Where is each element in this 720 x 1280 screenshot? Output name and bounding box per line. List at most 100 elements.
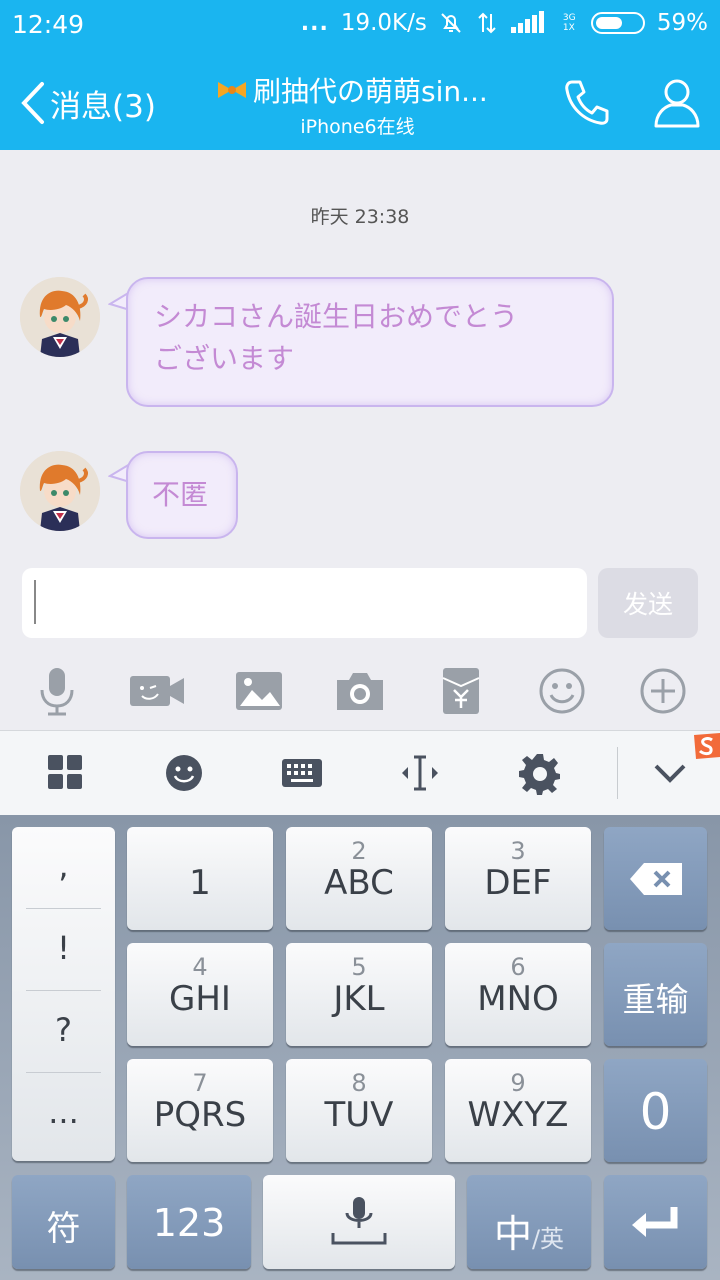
key-label: MNO [477, 979, 559, 1019]
message-input[interactable] [22, 568, 587, 638]
punct-ellipsis[interactable]: ... [12, 1093, 115, 1131]
plus-circle-icon[interactable] [636, 664, 690, 718]
red-packet-icon[interactable] [434, 664, 488, 718]
status-indicators: ... 19.0K/s 3G 1X 59% [301, 10, 708, 36]
punct-divider [26, 908, 101, 909]
emoji-icon[interactable] [535, 664, 589, 718]
punct-question[interactable]: ? [12, 1011, 115, 1049]
text-caret [34, 580, 36, 624]
chat-toolbar [0, 652, 720, 728]
nine-key-keyboard: , ! ? ... 1 2 ABC 3 DEF 4 GHI 5 JKL 6 MN… [0, 815, 720, 1280]
status-bar: 12:49 ... 19.0K/s 3G 1X 59% [0, 0, 720, 52]
key-6[interactable]: 6 MNO [445, 943, 591, 1046]
key-5[interactable]: 5 JKL [286, 943, 432, 1046]
toolbar-divider [617, 747, 618, 799]
key-label: WXYZ [467, 1095, 569, 1135]
battery-icon [590, 12, 645, 34]
voice-input-icon [331, 1197, 387, 1245]
battery-percent: 59% [656, 10, 708, 36]
zero-key[interactable]: 0 [604, 1059, 707, 1162]
punctuation-column[interactable]: , ! ? ... [12, 827, 115, 1161]
key-label: 0 [639, 1083, 672, 1141]
cursor-move-icon[interactable] [398, 751, 442, 795]
avatar[interactable] [20, 277, 100, 357]
key-digit: 8 [351, 1069, 367, 1097]
message-text: シカコさん誕生日おめでとう [154, 300, 519, 333]
key-1[interactable]: 1 [127, 827, 273, 930]
key-digit: 5 [351, 953, 367, 981]
backspace-icon [630, 863, 682, 895]
backspace-key[interactable] [604, 827, 707, 930]
network-type: 3G 1X [562, 13, 576, 33]
key-digit: 7 [192, 1069, 208, 1097]
language-label: 中/英 [467, 1203, 591, 1258]
message-timestamp: 昨天 23:38 [310, 206, 410, 228]
key-digit: 4 [192, 953, 208, 981]
message-bubble[interactable]: 不匿 [126, 451, 238, 539]
phone-call-icon[interactable] [560, 76, 612, 128]
sogou-logo-icon [694, 733, 720, 759]
key-label: JKL [333, 979, 385, 1019]
back-button[interactable]: 消息(3) [18, 80, 156, 126]
chevron-left-icon [21, 82, 44, 124]
reenter-key[interactable]: 重输 [604, 943, 707, 1046]
key-8[interactable]: 8 TUV [286, 1059, 432, 1162]
numeric-key[interactable]: 123 [127, 1175, 251, 1269]
mute-bell-icon [441, 13, 461, 33]
key-9[interactable]: 9 WXYZ [445, 1059, 591, 1162]
punct-divider [26, 990, 101, 991]
keyboard-icon[interactable] [280, 751, 324, 795]
camera-icon[interactable] [333, 664, 387, 718]
network-speed: 19.0K/s [340, 10, 427, 36]
profile-icon[interactable] [652, 74, 702, 130]
contact-name: 刷抽代の萌萌sin... [253, 75, 488, 108]
ime-toolbar [0, 730, 720, 815]
symbol-key[interactable]: 符 [12, 1175, 115, 1269]
key-label: 重输 [622, 980, 689, 1019]
emoticon-icon[interactable] [162, 751, 206, 795]
online-status: iPhone6在线 [300, 116, 415, 138]
avatar[interactable] [20, 451, 100, 531]
key-digit: 9 [510, 1069, 526, 1097]
voice-space-key[interactable] [263, 1175, 455, 1269]
signal-icon [510, 11, 544, 33]
message-bubble[interactable]: シカコさん誕生日おめでとう ございます [126, 277, 614, 407]
language-switch-key[interactable]: 中/英 [467, 1175, 591, 1269]
lang-main: 中 [493, 1212, 532, 1256]
battery-fill [595, 17, 622, 29]
key-7[interactable]: 7 PQRS [127, 1059, 273, 1162]
key-digit: 6 [510, 953, 526, 981]
key-label: DEF [484, 863, 552, 903]
settings-gear-icon[interactable] [518, 751, 562, 795]
image-icon[interactable] [232, 664, 286, 718]
key-digit: 3 [510, 837, 526, 865]
enter-key[interactable] [604, 1175, 707, 1269]
punct-divider [26, 1072, 101, 1073]
data-transfer-icon [478, 12, 496, 34]
microphone-icon[interactable] [30, 664, 84, 718]
key-label: ABC [324, 863, 394, 903]
key-4[interactable]: 4 GHI [127, 943, 273, 1046]
enter-icon [632, 1207, 678, 1237]
message-text: ございます [154, 342, 295, 375]
punct-exclamation[interactable]: ! [12, 929, 115, 967]
chat-title[interactable]: 刷抽代の萌萌sin... [215, 70, 515, 110]
key-label: 1 [189, 863, 211, 903]
key-2[interactable]: 2 ABC [286, 827, 432, 930]
key-label: GHI [169, 979, 231, 1019]
anime-avatar-image [20, 277, 100, 357]
anime-avatar-image [20, 451, 100, 531]
key-3[interactable]: 3 DEF [445, 827, 591, 930]
key-label: 123 [152, 1201, 226, 1245]
punct-comma[interactable]: , [12, 847, 115, 885]
key-label: TUV [324, 1095, 394, 1135]
key-digit: 2 [351, 837, 367, 865]
bow-icon [218, 82, 246, 98]
lang-alt: /英 [531, 1225, 565, 1253]
chevron-down-icon[interactable] [648, 751, 692, 795]
grid-menu-icon[interactable] [44, 751, 88, 795]
message-text: 不匿 [152, 478, 209, 511]
send-button[interactable]: 发送 [598, 568, 698, 638]
video-call-icon[interactable] [130, 664, 184, 718]
status-time: 12:49 [12, 10, 85, 39]
